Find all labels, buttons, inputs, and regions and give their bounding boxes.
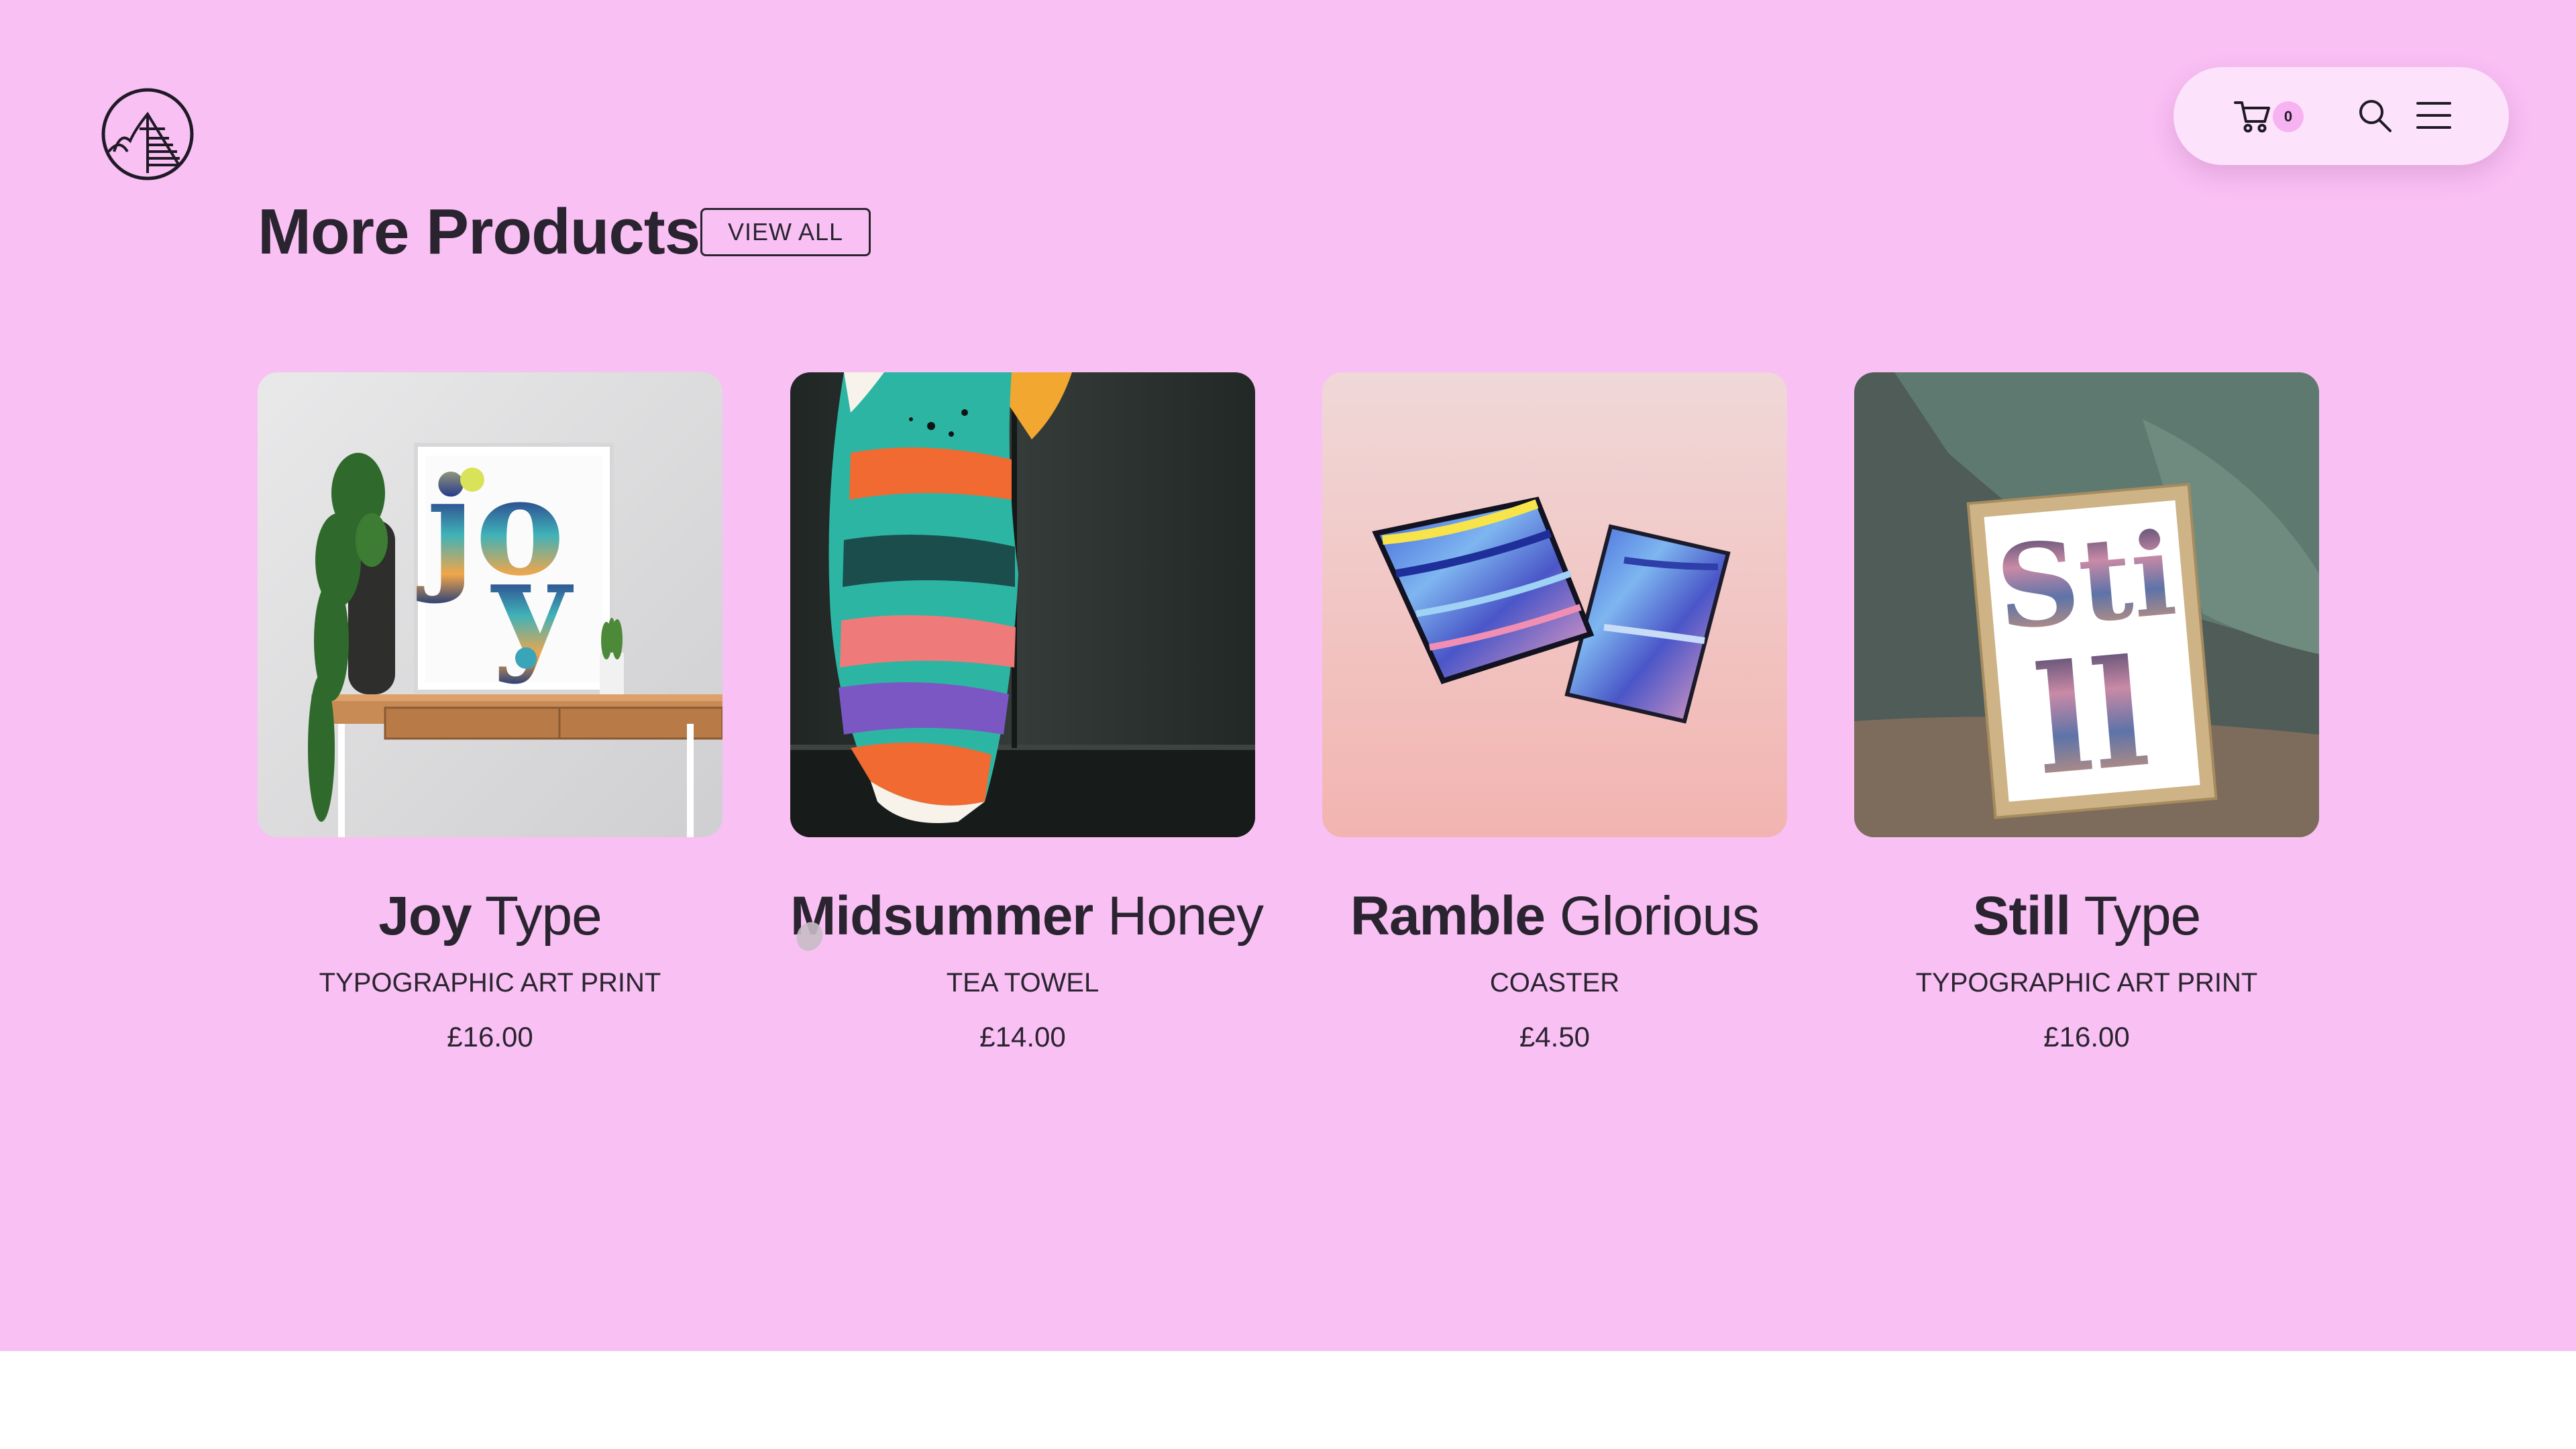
product-category: TYPOGRAPHIC ART PRINT — [319, 968, 661, 998]
cart-icon — [2234, 101, 2270, 133]
product-name-bold: Midsummer — [790, 885, 1093, 947]
product-name[interactable]: Still Type — [1854, 883, 2319, 950]
product-price: £16.00 — [447, 1021, 533, 1053]
joy-type-print-image: jo y — [258, 372, 722, 837]
product-name-light: Honey — [1108, 885, 1264, 947]
header-nav-pill: 0 — [2174, 67, 2509, 165]
section-title: More Products — [258, 196, 700, 268]
product-price: £14.00 — [979, 1021, 1066, 1053]
product-image-midsummer-honey[interactable] — [790, 372, 1255, 837]
menu-button[interactable] — [2415, 97, 2453, 134]
product-image-joy-type[interactable]: jo y — [258, 372, 722, 837]
product-price: £4.50 — [1519, 1021, 1591, 1053]
still-type-print-image: Sti ll — [1854, 372, 2319, 837]
product-name[interactable]: Midsummer Honey — [790, 883, 1264, 950]
svg-text:ll: ll — [2028, 625, 2155, 808]
midsummer-honey-tea-towel-image — [790, 372, 1255, 837]
product-category: COASTER — [1489, 968, 1620, 998]
product-category: TEA TOWEL — [946, 968, 1099, 998]
view-all-button[interactable]: VIEW ALL — [700, 208, 871, 256]
product-card-midsummer-honey[interactable]: Midsummer Honey TEA TOWEL £14.00 — [790, 372, 1264, 1055]
product-card-joy-type[interactable]: jo y Joy Type TYPOGRAPHIC ART PRINT £16.… — [258, 372, 722, 1055]
product-image-ramble-glorious[interactable] — [1322, 372, 1787, 837]
product-name-bold: Ramble — [1350, 885, 1546, 947]
hamburger-menu-icon — [2416, 102, 2451, 129]
site-logo[interactable] — [101, 87, 195, 181]
product-name-light: Type — [2084, 885, 2201, 947]
cart-button[interactable]: 0 — [2234, 96, 2308, 136]
product-card-still-type[interactable]: Sti ll Still Type TYPOGRAPHIC ART PRINT … — [1854, 372, 2319, 1055]
product-card-ramble-glorious[interactable]: Ramble Glorious COASTER £4.50 — [1322, 372, 1787, 1055]
search-button[interactable] — [2356, 97, 2394, 134]
product-name-light: Type — [484, 885, 602, 947]
product-name-bold: Joy — [378, 885, 472, 947]
ramble-glorious-coaster-image — [1322, 372, 1787, 837]
search-icon — [2359, 100, 2392, 132]
cart-count-badge: 0 — [2273, 101, 2304, 132]
mountain-logo-icon — [101, 88, 194, 180]
product-image-still-type[interactable]: Sti ll — [1854, 372, 2319, 837]
product-name[interactable]: Joy Type — [258, 883, 722, 950]
product-name-light: Glorious — [1559, 885, 1760, 947]
product-name[interactable]: Ramble Glorious — [1322, 883, 1787, 950]
product-price: £16.00 — [2043, 1021, 2130, 1053]
product-name-bold: Still — [1972, 885, 2071, 947]
product-category: TYPOGRAPHIC ART PRINT — [1915, 968, 2258, 998]
